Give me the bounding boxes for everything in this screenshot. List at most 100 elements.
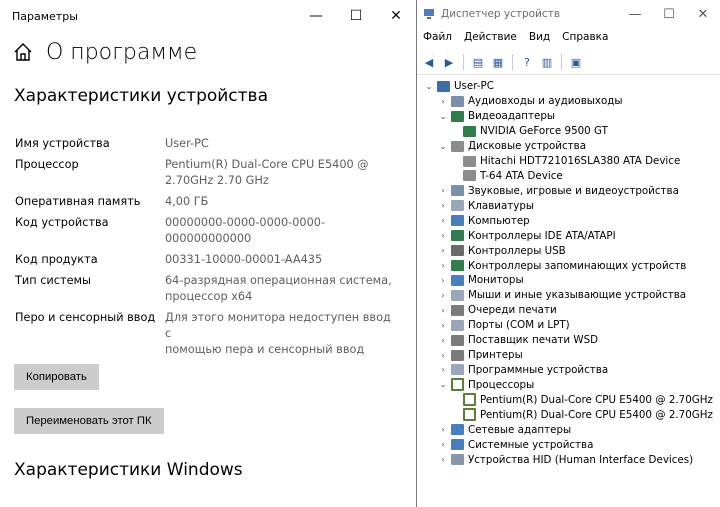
chevron-down-icon[interactable]: ⌄ [437,112,449,121]
device-tree: ⌄ User-PC › Аудиовходы и аудиовыходы ⌄ Видеоа… [417,75,720,467]
tree-node[interactable]: › Компьютер [417,213,720,228]
chevron-right-icon[interactable]: › [437,97,449,106]
mon-device-icon [451,215,464,227]
settings-window: Параметры — ☐ ✕ О программе Характеристи… [0,0,417,507]
chevron-right-icon[interactable]: › [437,425,449,434]
menu-help[interactable]: Справка [562,31,608,43]
prop-row: Код продукта 00331-10000-00001-AA435 [15,252,400,268]
tree-node[interactable]: › Поставщик печати WSD [417,333,720,348]
tree-node-label: Сетевые адаптеры [468,423,572,436]
tree-node[interactable]: › Клавиатуры [417,198,720,213]
chevron-right-icon[interactable]: › [437,246,449,255]
tree-node[interactable]: Pentium(R) Dual-Core CPU E5400 @ 2.70GHz [417,407,720,422]
close-icon[interactable]: ✕ [376,0,416,32]
tree-node[interactable]: › Мыши и иные указывающие устройства [417,288,720,303]
chevron-right-icon[interactable]: › [437,291,449,300]
forward-arrow-icon[interactable]: ▶ [441,54,457,70]
mon-device-icon [451,439,464,451]
chevron-right-icon[interactable]: › [437,351,449,360]
chevron-right-icon[interactable]: › [437,261,449,270]
tree-node[interactable]: › Контроллеры IDE ATA/ATAPI [417,228,720,243]
help-icon[interactable]: ? [519,54,535,70]
tree-node[interactable]: › Звуковые, игровые и видеоустройства [417,183,720,198]
usb-device-icon [451,245,464,257]
chevron-right-icon[interactable]: › [437,336,449,345]
chevron-right-icon[interactable]: › [437,440,449,449]
gen-device-icon [451,319,464,331]
chevron-right-icon[interactable]: › [437,186,449,195]
tree-node-label: Системные устройства [468,438,594,451]
copy-button[interactable]: Копировать [14,364,99,390]
gpu-device-icon [451,110,464,122]
chevron-down-icon[interactable]: ⌄ [423,82,435,91]
tree-node[interactable]: Hitachi HDT721016SLA380 ATA Device [417,154,720,169]
minimize-icon[interactable]: — [618,0,652,28]
tree-node[interactable]: › Порты (COM и LPT) [417,318,720,333]
properties-icon[interactable]: ▦ [490,54,506,70]
gen-device-icon [451,364,464,376]
prop-key: Процессор [15,158,79,171]
chevron-right-icon[interactable]: › [437,365,449,374]
tree-node[interactable]: › Программные устройства [417,363,720,378]
mon-device-icon [451,424,464,436]
tree-node[interactable]: › Принтеры [417,348,720,363]
tree-node-label: Контроллеры USB [468,244,566,257]
tree-node[interactable]: ⌄ Видеоадаптеры [417,109,720,124]
prop-row: Процессор Pentium(R) Dual-Core CPU E5400 … [15,157,400,189]
prop-value: Для этого монитора недоступен ввод с пом… [165,311,391,356]
prop-row: Тип системы 64-разрядная операционная сис… [15,273,400,305]
snd-device-icon [451,185,464,197]
prop-key: Код продукта [15,253,98,266]
tree-node-label: User-PC [454,80,494,93]
chevron-right-icon[interactable]: › [437,321,449,330]
section-title-device: Характеристики устройства [14,86,268,106]
back-arrow-icon[interactable]: ◀ [421,54,437,70]
tree-node-label: Принтеры [468,349,523,362]
tree-node[interactable]: › Аудиовходы и аудиовыходы [417,94,720,109]
chevron-down-icon[interactable]: ⌄ [437,380,449,389]
menu-file[interactable]: Файл [423,31,452,43]
tree-node-label: Мыши и иные указывающие устройства [468,289,687,302]
tree-node-label: Мониторы [468,274,524,287]
chevron-right-icon[interactable]: › [437,216,449,225]
tree-node-label: Дисковые устройства [468,140,587,153]
tree-node-label: Hitachi HDT721016SLA380 ATA Device [480,155,681,168]
tree-node[interactable]: NVIDIA GeForce 9500 GT [417,124,720,139]
prop-row: Оперативная память 4,00 ГБ [15,194,400,210]
tree-node[interactable]: › Контроллеры запоминающих устройств [417,258,720,273]
console-tree-icon[interactable]: ▤ [470,54,486,70]
gpu-device-icon [451,260,464,272]
chevron-right-icon[interactable]: › [437,231,449,240]
disk-device-icon [463,170,476,182]
tree-node[interactable]: ⌄ User-PC [417,79,720,94]
tree-node[interactable]: › Сетевые адаптеры [417,422,720,437]
settings-titlebar: Параметры — ☐ ✕ [0,0,416,32]
minimize-icon[interactable]: — [296,0,336,32]
tree-node[interactable]: T-64 ATA Device [417,169,720,184]
tree-node[interactable]: ⌄ Процессоры [417,377,720,392]
devmgr-titlebar: Диспетчер устройств — ☐ ✕ [417,0,720,28]
rename-pc-button[interactable]: Переименовать этот ПК [14,408,164,434]
maximize-icon[interactable]: ☐ [336,0,376,32]
tree-node[interactable]: Pentium(R) Dual-Core CPU E5400 @ 2.70GHz [417,392,720,407]
menu-view[interactable]: Вид [529,31,550,43]
list-view-icon[interactable]: ▥ [539,54,555,70]
chevron-right-icon[interactable]: › [437,306,449,315]
menu-action[interactable]: Действие [464,31,517,43]
prop-value: 00000000-0000-0000-0000-000000000000 [165,216,326,245]
tree-node[interactable]: ⌄ Дисковые устройства [417,139,720,154]
chevron-right-icon[interactable]: › [437,455,449,464]
tree-node-label: Порты (COM и LPT) [468,319,570,332]
tree-node[interactable]: › Мониторы [417,273,720,288]
home-icon[interactable] [12,41,34,63]
chevron-right-icon[interactable]: › [437,201,449,210]
maximize-icon[interactable]: ☐ [652,0,686,28]
chevron-right-icon[interactable]: › [437,276,449,285]
tree-node[interactable]: › Системные устройства [417,437,720,452]
tree-node-label: Аудиовходы и аудиовыходы [468,95,623,108]
tree-node[interactable]: › Очереди печати [417,303,720,318]
close-icon[interactable]: ✕ [686,0,720,28]
tree-node[interactable]: › Контроллеры USB [417,243,720,258]
scan-hardware-icon[interactable]: ▣ [568,54,584,70]
chevron-down-icon[interactable]: ⌄ [437,142,449,151]
